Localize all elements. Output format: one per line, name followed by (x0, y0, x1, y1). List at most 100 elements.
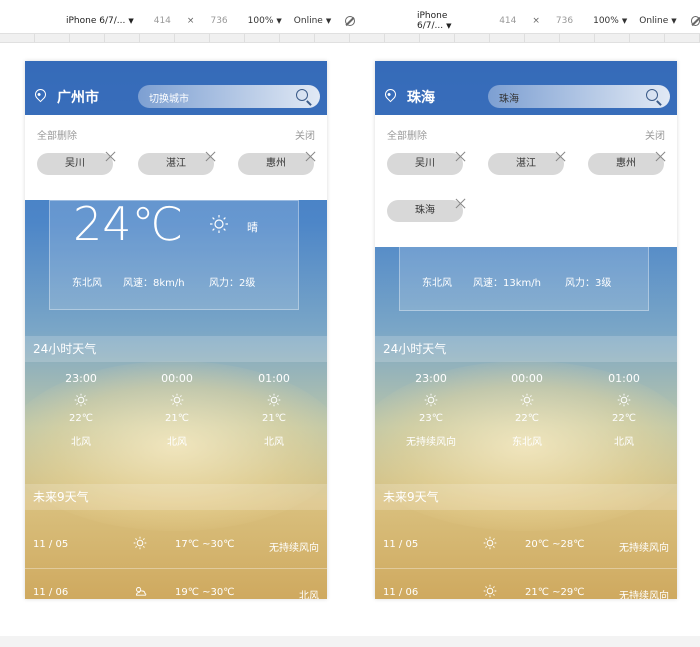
rotate-icon[interactable] (345, 16, 356, 26)
city-tag[interactable]: 惠州 (588, 153, 664, 175)
day-temperature-range: 17℃ ~30℃ (175, 539, 235, 550)
network-select[interactable]: Online ▼ (639, 16, 676, 26)
day-wind: 无持续风向 (619, 543, 669, 554)
clear-all-button[interactable]: 全部删除 (387, 127, 427, 142)
row-divider (25, 568, 327, 569)
caret-down-icon: ▼ (621, 17, 628, 25)
daily-section-title: 未来9天气 (375, 484, 677, 510)
network-select[interactable]: Online ▼ (294, 16, 331, 26)
close-icon[interactable] (455, 151, 466, 162)
width-field[interactable]: 414 (499, 16, 516, 26)
device-select[interactable]: iPhone 6/7/... ▼ (66, 16, 134, 26)
height-field[interactable]: 736 (210, 16, 227, 26)
day-wind: 无持续风向 (619, 591, 669, 599)
close-icon[interactable] (205, 151, 216, 162)
caret-down-icon: ▼ (446, 22, 452, 30)
close-icon[interactable] (455, 198, 466, 209)
location-pin-icon (32, 86, 49, 103)
weather-condition: 晴 (247, 221, 258, 234)
media-query-ruler[interactable] (0, 33, 700, 43)
hourly-forecast-item: 00:00 21℃ 北风 (132, 372, 222, 448)
phone-viewport-zhuhai: 珠海 珠海 全部删除 关闭 吴川 湛江 惠州 珠海 东北风 风速：13km/h … (375, 61, 677, 599)
city-tag[interactable]: 湛江 (138, 153, 214, 175)
wind-level: 风力：3级 (565, 278, 612, 289)
search-placeholder: 切换城市 (149, 94, 189, 105)
height-field[interactable]: 736 (556, 16, 573, 26)
hourly-forecast-item: 00:00 22℃ 东北风 (482, 372, 572, 448)
hourly-section-title: 24小时天气 (375, 336, 677, 362)
hour-temperature: 21℃ (262, 413, 286, 424)
current-city: 广州市 (57, 90, 99, 106)
wind-speed: 风速：13km/h (473, 278, 541, 289)
hour-temperature: 23℃ (419, 413, 443, 424)
day-temperature-range: 20℃ ~28℃ (525, 539, 585, 550)
header-bar: 珠海 珠海 (375, 61, 677, 115)
hour-temperature: 22℃ (612, 413, 636, 424)
daily-forecast-row: 11 / 06 21℃ ~29℃ 无持续风向 (375, 584, 677, 599)
day-temperature-range: 21℃ ~29℃ (525, 587, 585, 598)
device-toolbar-right: iPhone 6/7/... ▼ 414 × 736 100% ▼ Online ▼ (417, 10, 700, 32)
caret-down-icon: ▼ (325, 17, 332, 25)
times-label: × (532, 16, 540, 26)
zoom-label: 100% (593, 16, 619, 26)
hour-temperature: 22℃ (69, 413, 93, 424)
hour-time: 00:00 (511, 372, 543, 385)
wind-level: 风力：2级 (209, 278, 256, 289)
daily-forecast-row: 11 / 06 19℃ ~30℃ 北风 (25, 584, 327, 599)
rotate-icon[interactable] (690, 16, 700, 26)
city-tag[interactable]: 吴川 (37, 153, 113, 175)
sun-icon (483, 584, 497, 598)
times-label: × (186, 16, 195, 26)
city-tag[interactable]: 湛江 (488, 153, 564, 175)
phone-viewport-guangzhou: 广州市 切换城市 全部删除 关闭 吴川 湛江 惠州 24℃ 晴 东北风 风速：8… (25, 61, 327, 599)
sun-icon (424, 393, 438, 407)
close-icon[interactable] (555, 151, 566, 162)
search-icon[interactable] (296, 89, 308, 101)
zoom-select[interactable]: 100% ▼ (248, 16, 282, 26)
hour-time: 23:00 (415, 372, 447, 385)
close-panel-button[interactable]: 关闭 (645, 127, 665, 142)
zoom-label: 100% (247, 16, 274, 26)
current-temperature: 24℃ (73, 197, 184, 251)
sun-icon (483, 536, 497, 550)
city-search-input[interactable]: 切换城市 (138, 85, 320, 108)
sun-icon (267, 393, 281, 407)
close-icon[interactable] (105, 151, 116, 162)
hour-time: 00:00 (161, 372, 193, 385)
close-panel-button[interactable]: 关闭 (295, 127, 315, 142)
device-select[interactable]: iPhone 6/7/... ▼ (417, 11, 479, 31)
zoom-select[interactable]: 100% ▼ (593, 16, 627, 26)
sun-icon (210, 215, 228, 233)
city-search-input[interactable]: 珠海 (488, 85, 670, 108)
width-field[interactable]: 414 (154, 16, 171, 26)
hourly-forecast-item: 23:00 22℃ 北风 (36, 372, 126, 448)
city-tag[interactable]: 珠海 (387, 200, 463, 222)
wind-speed: 风速：8km/h (123, 278, 185, 289)
network-label: Online (639, 16, 669, 26)
bottom-gutter (0, 636, 700, 647)
day-date: 11 / 06 (383, 587, 419, 598)
caret-down-icon: ▼ (276, 17, 282, 25)
hour-wind: 北风 (71, 437, 91, 448)
search-icon[interactable] (646, 89, 658, 101)
daily-forecast-row: 11 / 05 20℃ ~28℃ 无持续风向 (375, 536, 677, 556)
hour-wind: 北风 (167, 437, 187, 448)
location-pin-icon (382, 86, 399, 103)
hourly-forecast-item: 01:00 22℃ 北风 (579, 372, 669, 448)
hour-wind: 东北风 (512, 437, 542, 448)
clear-all-button[interactable]: 全部删除 (37, 127, 77, 142)
day-date: 11 / 06 (33, 587, 69, 598)
device-label: iPhone 6/7/... (66, 16, 126, 26)
hourly-forecast-item: 23:00 23℃ 无持续风向 (386, 372, 476, 448)
close-icon[interactable] (305, 151, 316, 162)
row-divider (375, 568, 677, 569)
sun-icon (520, 393, 534, 407)
device-label: iPhone 6/7/... (417, 11, 448, 31)
wind-direction: 东北风 (72, 278, 102, 289)
day-wind: 北风 (299, 591, 319, 599)
city-tag[interactable]: 吴川 (387, 153, 463, 175)
devtools-screen: iPhone 6/7/... ▼ 414 × 736 100% ▼ Online ▼ … (0, 0, 700, 647)
city-tag[interactable]: 惠州 (238, 153, 314, 175)
close-icon[interactable] (655, 151, 666, 162)
header-bar: 广州市 切换城市 (25, 61, 327, 115)
